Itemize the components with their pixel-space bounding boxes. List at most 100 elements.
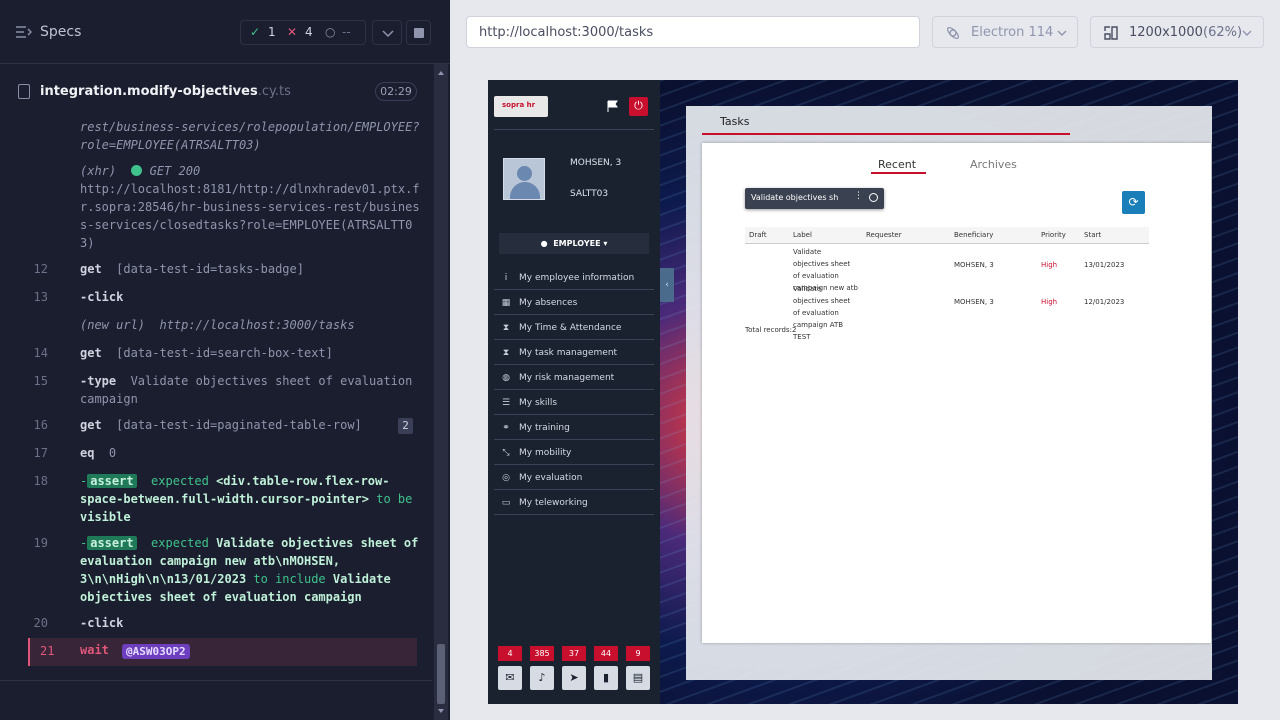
command-eq[interactable]: eq 0: [80, 444, 420, 462]
command-click[interactable]: -click: [80, 614, 420, 632]
sidebar-collapse-button[interactable]: ‹: [660, 268, 674, 302]
menu-item-training[interactable]: ⚭ My training: [494, 416, 654, 440]
options-dropdown-button[interactable]: [372, 20, 402, 45]
command-get-tasks-badge[interactable]: get [data-test-id=tasks-badge]: [80, 260, 420, 278]
avatar[interactable]: [503, 158, 545, 200]
menu-item-task-management[interactable]: ⧗ My task management: [494, 341, 654, 365]
specs-menu-icon[interactable]: [16, 25, 32, 39]
app-sidebar: sopra hr ⏻ MOHSEN, 3 SALTT03 ● EMPLOYEE …: [488, 80, 660, 704]
user-id: SALTT03: [570, 189, 609, 199]
column-header[interactable]: Start: [1084, 231, 1101, 239]
column-header[interactable]: Requester: [866, 231, 902, 239]
task-priority: High: [1041, 298, 1058, 306]
spec-file-header[interactable]: integration.modify-objectives.cy.ts 02:2…: [0, 77, 432, 107]
divider: [494, 129, 654, 130]
panel-title: Tasks: [720, 115, 750, 128]
url-bar[interactable]: http://localhost:3000/tasks: [466, 16, 920, 48]
task-start-date: 12/01/2023: [1084, 298, 1125, 306]
calendar-icon: ▦: [501, 298, 511, 308]
column-header[interactable]: Draft: [749, 231, 767, 239]
mail-icon[interactable]: ✉: [498, 666, 522, 690]
menu-item-skills[interactable]: ☰ My skills: [494, 391, 654, 415]
passed-icon: ✓: [250, 25, 261, 39]
assert-visible-entry[interactable]: - assert expected <div.table-row.flex-row…: [80, 472, 420, 526]
column-header[interactable]: Priority: [1041, 231, 1066, 239]
viewport-icon: [1104, 26, 1118, 40]
bell-icon[interactable]: ♪: [530, 666, 554, 690]
role-dropdown[interactable]: ● EMPLOYEE ▾: [499, 233, 649, 254]
task-start-date: 13/01/2023: [1084, 261, 1125, 269]
menu-item-evaluation[interactable]: ◎ My evaluation: [494, 466, 654, 490]
tab-archives[interactable]: Archives: [970, 158, 1017, 171]
scrollbar-thumb[interactable]: [437, 644, 445, 704]
column-header[interactable]: Beneficiary: [954, 231, 993, 239]
menu-item-risk-management[interactable]: ◍ My risk management: [494, 366, 654, 390]
search-icon[interactable]: [869, 193, 878, 202]
divider: [0, 680, 432, 681]
specs-header: Specs ✓ 1 ✕ 4 ○ --: [0, 0, 450, 64]
command-click[interactable]: -click: [80, 288, 420, 306]
pending-icon: ○: [325, 25, 336, 39]
command-type[interactable]: -type Validate objectives sheet of evalu…: [80, 372, 420, 408]
command-get-table-row[interactable]: get [data-test-id=paginated-table-row]: [80, 416, 420, 434]
scroll-down-icon[interactable]: [434, 704, 448, 718]
viewport-selector[interactable]: 1200x1000 (62%): [1090, 16, 1264, 48]
menu-item-time-attendance[interactable]: ⧗ My Time & Attendance: [494, 316, 654, 340]
xhr-log-entry[interactable]: rest/business-services/rolepopulation/EM…: [80, 118, 420, 154]
total-records: Total records:2: [745, 326, 797, 334]
sopra-hr-logo: sopra hr: [494, 96, 548, 117]
command-wait-active[interactable]: 21 wait @ASW03OP2: [28, 638, 417, 666]
more-options-icon[interactable]: ⋮: [854, 191, 863, 201]
search-input[interactable]: Validate objectives sh: [751, 193, 845, 202]
flag-icon[interactable]: [606, 100, 618, 112]
active-tab-indicator: [871, 172, 926, 174]
column-header[interactable]: Label: [793, 231, 812, 239]
tasks-panel: Tasks Recent Archives Validate objective…: [686, 106, 1212, 680]
new-url-entry[interactable]: (new url) http://localhost:3000/tasks: [80, 316, 420, 334]
menu-item-employee-information[interactable]: i My employee information: [494, 266, 654, 290]
menu-item-teleworking[interactable]: ▭ My teleworking: [494, 491, 654, 515]
alias-badge: @ASW03OP2: [122, 644, 190, 659]
element-count-badge: 2: [398, 418, 413, 434]
browser-selector[interactable]: Electron 114: [932, 16, 1078, 48]
user-name: MOHSEN, 3: [570, 158, 622, 168]
failed-icon: ✕: [287, 25, 298, 39]
command-list: rest/business-services/rolepopulation/EM…: [0, 110, 432, 680]
scroll-up-icon[interactable]: [434, 66, 448, 80]
line-number: 12: [33, 262, 48, 276]
table-row[interactable]: Validate objectives sheet of evaluation …: [745, 246, 1149, 292]
menu-item-mobility[interactable]: ⤡ My mobility: [494, 441, 654, 465]
browser-icon: [947, 27, 959, 39]
refresh-icon: ⟳: [1128, 195, 1139, 209]
badge-count: 9: [626, 646, 650, 661]
chevron-down-icon: [382, 30, 394, 38]
stop-button[interactable]: [406, 20, 431, 45]
status-dot-icon: [131, 165, 143, 176]
link-icon: ⚭: [502, 423, 510, 433]
send-icon[interactable]: ➤: [562, 666, 586, 690]
table-header: Draft Label Requester Beneficiary Priori…: [745, 227, 1149, 244]
menu-item-absences[interactable]: ▦ My absences: [494, 291, 654, 315]
command-get-search-box[interactable]: get [data-test-id=search-box-text]: [80, 344, 420, 362]
bookmark-icon[interactable]: ▮: [594, 666, 618, 690]
document-icon[interactable]: ▤: [626, 666, 650, 690]
chevron-down-icon: [1057, 30, 1067, 36]
task-beneficiary: MOHSEN, 3: [954, 298, 994, 306]
xhr-log-entry[interactable]: (xhr) GET 200: [80, 162, 420, 180]
task-beneficiary: MOHSEN, 3: [954, 261, 994, 269]
refresh-button[interactable]: ⟳: [1122, 191, 1145, 214]
xhr-url: http://localhost:8181/http://dlnxhradev0…: [80, 182, 420, 250]
tab-recent[interactable]: Recent: [878, 158, 916, 171]
table-row[interactable]: Validate objectives sheet of evaluation …: [745, 283, 1149, 341]
hourglass-icon: ⧗: [502, 323, 510, 333]
search-box[interactable]: Validate objectives sh ⋮: [745, 188, 884, 209]
title-underline: [702, 133, 1070, 135]
line-number: 17: [33, 446, 48, 460]
line-number: 21: [40, 644, 55, 658]
compass-icon: ◍: [502, 373, 510, 383]
specs-title[interactable]: Specs: [40, 24, 81, 40]
assert-include-entry[interactable]: - assert expected Validate objectives she…: [80, 534, 420, 606]
power-icon[interactable]: ⏻: [629, 97, 648, 116]
line-number: 16: [33, 418, 48, 432]
command-log-scrollbar[interactable]: [434, 64, 448, 720]
